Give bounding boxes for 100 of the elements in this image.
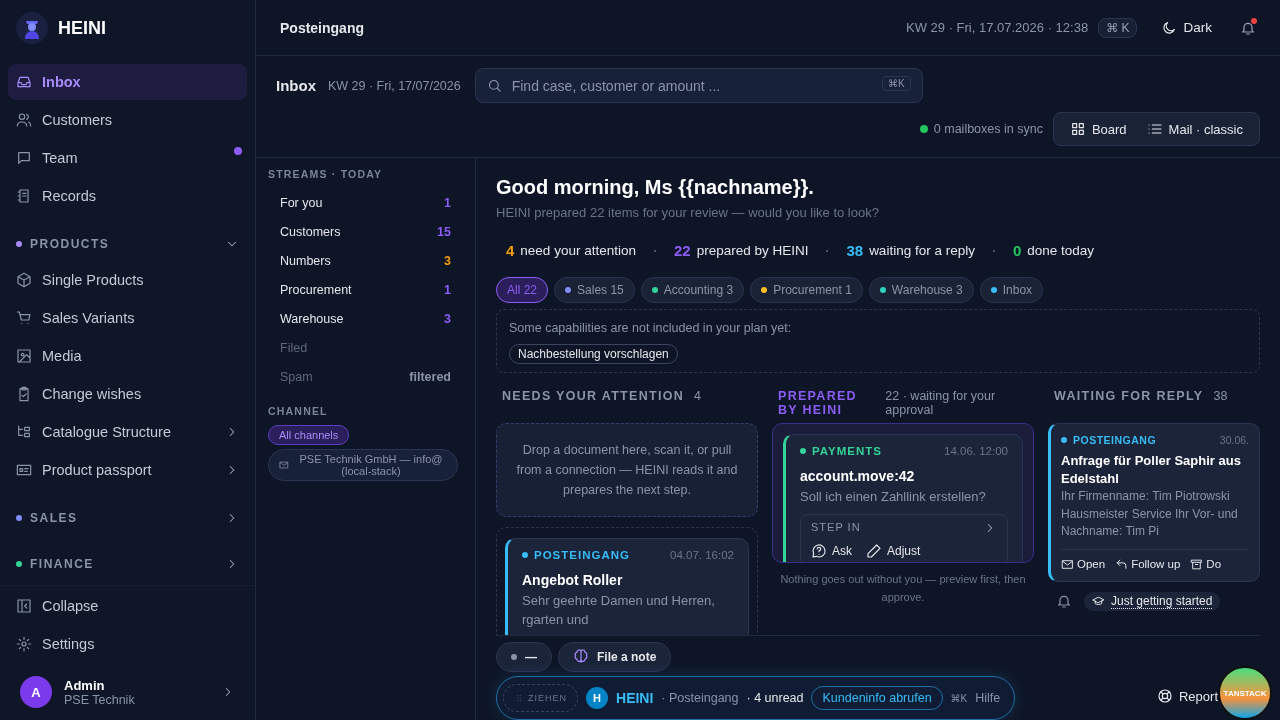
collapse-icon	[16, 598, 32, 614]
drop-zone[interactable]: Drop a document here, scan it, or pull from a connection — HEINI reads it and prepares the next step.	[496, 423, 758, 517]
card-title: account.move:42	[800, 467, 916, 486]
nav-item[interactable]: Single Products	[8, 262, 247, 298]
action-button[interactable]: Ask	[811, 543, 852, 560]
stream-item[interactable]: Warehouse 3	[268, 304, 463, 333]
filter-chip[interactable]: Accounting 3	[640, 277, 745, 303]
channel-chip[interactable]: All channels	[268, 425, 350, 445]
nav-item[interactable]: Collapse	[8, 588, 247, 624]
case-card[interactable]: PAYMENTS 14.06. 12:00 account.move:42 Soll ich einen Zahllink erstellen? STEP IN Ask Adjust	[783, 434, 1023, 562]
sync-status: 0 mailboxes in sync	[919, 122, 1043, 136]
ledger-icon	[16, 188, 32, 204]
unread-count: · 4 unread	[746, 691, 804, 705]
date-time: KW 29 · Fri, 17.07.2026 · 12:38	[906, 20, 1089, 35]
user-menu[interactable]: A Admin PSE Technik	[8, 664, 247, 708]
nav-item[interactable]: Team	[8, 140, 247, 176]
tree-icon	[16, 424, 32, 440]
id-card-icon	[16, 462, 32, 478]
context-label: · Posteingang	[661, 691, 739, 705]
section-header[interactable]: FINANCE	[8, 546, 247, 582]
notifications-button[interactable]	[1240, 19, 1256, 36]
pencil-icon	[866, 543, 882, 560]
nav-item[interactable]: Product passport	[8, 452, 247, 488]
step-in-toggle[interactable]: STEP IN	[811, 521, 997, 536]
date-label: KW 29 · Fri, 17/07/2026	[328, 78, 461, 93]
card-preview: Sehr geehrte Damen und Herren,	[522, 591, 716, 610]
assistant-avatar: H	[586, 687, 608, 709]
stream-item[interactable]: Spam filtered	[268, 362, 463, 391]
lifebuoy-icon	[1156, 688, 1173, 704]
image-icon	[16, 348, 32, 364]
stat-label: prepared by HEINI	[696, 243, 809, 258]
card-preview: Soll ich einen Zahllink erstellen?	[800, 487, 987, 506]
source-label: POSTEINGANG	[1061, 434, 1157, 446]
card-title: Angebot Roller	[522, 571, 624, 590]
column-title: PREPARED BY HEINI	[778, 389, 858, 417]
mail-icon	[1061, 557, 1074, 571]
grid-icon	[1069, 121, 1086, 137]
section-header[interactable]: PRODUCTS	[8, 226, 247, 262]
action-button[interactable]: Adjust	[866, 543, 921, 560]
action-button[interactable]: Follow up	[1115, 557, 1181, 571]
view-button[interactable]: Mail · classic	[1138, 117, 1251, 141]
filter-chip[interactable]: Procurement 1	[750, 277, 863, 303]
command-shortcut[interactable]: ⌘ K	[1098, 17, 1138, 38]
stat-value: 0	[1012, 242, 1022, 259]
search-icon	[486, 78, 502, 93]
filter-chip[interactable]: Warehouse 3	[868, 277, 974, 303]
stat-label: done today	[1027, 243, 1095, 258]
nav-item[interactable]: Inbox	[8, 64, 247, 100]
people-icon	[16, 112, 32, 128]
section-header[interactable]: SALES	[8, 500, 247, 536]
column-count: 38	[1213, 389, 1228, 403]
nav-item[interactable]: Settings	[8, 626, 247, 662]
stat-value: 4	[506, 242, 515, 259]
card-preview: Ihr Firmenname: Tim Piotrowski Hausmeister Service Ihr Vor- und Nachname: Tim Pi	[1061, 488, 1239, 541]
case-card[interactable]: POSTEINGANG 30.06. Anfrage für Poller Saphir aus Edelstahl Ihr Firmenname: Tim Piotrowski Hausmeister Service Ihr Vor- und Nachname: Tim Pi Open Follow up Do	[1048, 423, 1260, 582]
stream-item[interactable]: Customers 15	[268, 217, 463, 246]
status-pill[interactable]: —	[496, 642, 552, 672]
assistant-name: HEINI	[616, 690, 654, 706]
mascot-logo-icon	[16, 12, 48, 44]
nav-item[interactable]: Customers	[8, 102, 247, 138]
column-count: 22 · waiting for your approval	[885, 389, 997, 417]
nav-item[interactable]: Media	[8, 338, 247, 374]
filter-chip[interactable]: Sales 15	[554, 277, 635, 303]
column-title: NEEDS YOUR ATTENTION	[502, 389, 685, 403]
file-note-button[interactable]: File a note	[558, 642, 672, 672]
stat-label: waiting for a reply	[869, 243, 975, 258]
stream-item[interactable]: For you 1	[268, 188, 463, 217]
section-label: STREAMS · TODAY	[268, 168, 384, 180]
card-preview: rgarten und	[522, 611, 590, 630]
greeting: Good morning, Ms {{nachname}}.	[496, 176, 815, 199]
action-button[interactable]: Do	[1190, 557, 1222, 571]
filter-chip[interactable]: All 22	[496, 277, 549, 303]
nav-item[interactable]: Records	[8, 178, 247, 214]
nav-item[interactable]: Change wishes	[8, 376, 247, 412]
clipboard-icon	[16, 386, 32, 402]
nav-item[interactable]: Sales Variants	[8, 300, 247, 336]
stream-item[interactable]: Numbers 3	[268, 246, 463, 275]
channel-chip[interactable]: PSE Technik GmbH — info@ (local-stack)	[268, 449, 458, 481]
help-link[interactable]: Hilfe	[975, 691, 1001, 705]
plan-notice-text: Some capabilities are not included in your plan yet:	[509, 321, 792, 335]
shortcut-hint: ⌘K	[950, 692, 968, 704]
inbox-icon	[16, 74, 32, 90]
mail-icon	[279, 460, 289, 470]
stat-value: 38	[846, 242, 864, 259]
page-title: Posteingang	[280, 19, 364, 36]
view-button[interactable]: Board	[1061, 117, 1135, 141]
action-button[interactable]: Open	[1061, 557, 1106, 571]
stream-item[interactable]: Procurement 1	[268, 275, 463, 304]
stat-label: need your attention	[520, 243, 636, 258]
report-button[interactable]: Report	[1156, 688, 1218, 704]
theme-toggle[interactable]: Dark	[1161, 19, 1212, 36]
card-time: 14.06. 12:00	[944, 445, 1008, 457]
onboarding-link[interactable]: Just getting started	[1084, 591, 1221, 611]
reply-icon	[1115, 557, 1129, 571]
filter-chip[interactable]: Inbox	[979, 277, 1044, 303]
card-time: 30.06.	[1219, 434, 1249, 446]
nav-item[interactable]: Catalogue Structure	[8, 414, 247, 450]
case-card[interactable]: POSTEINGANG 04.07. 16:02 Angebot Roller Sehr geehrte Damen und Herren, rgarten und	[505, 538, 749, 635]
cart-icon	[16, 310, 32, 326]
brain-icon	[573, 649, 589, 665]
